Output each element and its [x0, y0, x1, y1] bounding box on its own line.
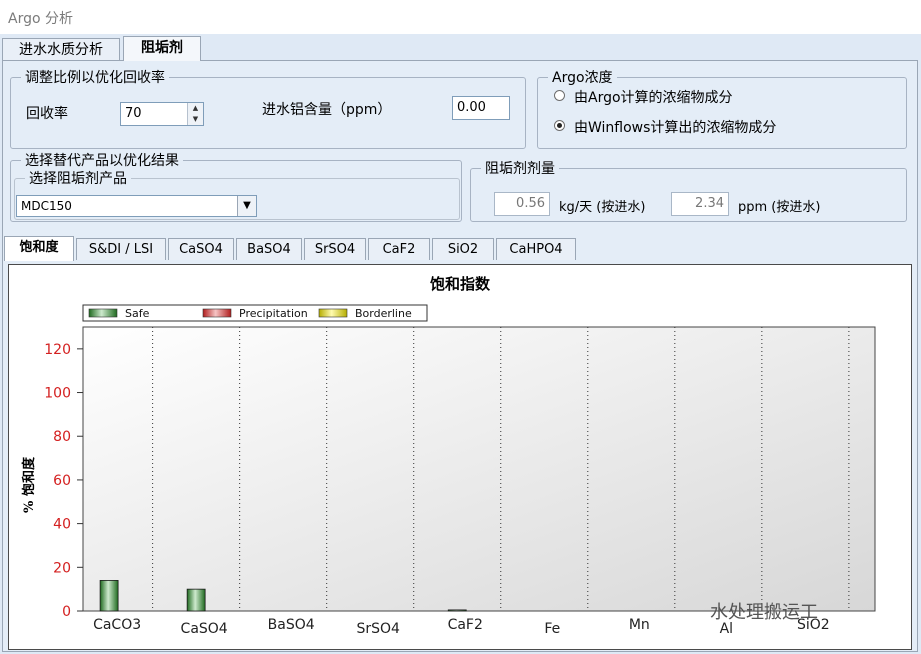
x-tick-label: SrSO4 — [356, 621, 400, 637]
plot-background — [82, 326, 876, 612]
tab-saturation[interactable]: 饱和度 — [4, 236, 74, 261]
aluminum-input[interactable]: 0.00 — [452, 96, 510, 120]
antiscalant-product-legend: 选择阻垢剂产品 — [29, 171, 127, 187]
tab-feed-water-analysis[interactable]: 进水水质分析 — [2, 38, 120, 60]
legend-swatch-borderline — [318, 308, 348, 318]
y-axis-label: % 饱和度 — [21, 456, 37, 513]
y-tick-label: 60 — [53, 473, 71, 489]
y-tick-label: 120 — [44, 342, 71, 358]
y-tick-label: 20 — [53, 560, 71, 576]
tab-caso4[interactable]: CaSO4 — [168, 238, 234, 260]
radio-winflows-calculated-label[interactable]: 由Winflows计算出的浓缩物成分 — [574, 117, 776, 137]
x-tick-label: BaSO4 — [268, 617, 315, 633]
bar-safe-caco3 — [99, 580, 119, 612]
dose-kg-field: 0.56 — [494, 192, 550, 216]
antiscalant-product-value: MDC150 — [21, 199, 72, 213]
tab-srso4[interactable]: SrSO4 — [304, 238, 366, 260]
recovery-input[interactable]: 70 ▲ ▼ — [120, 102, 204, 126]
recovery-label: 回收率 — [26, 106, 68, 122]
x-tick-label: CaF2 — [448, 617, 483, 633]
dose-group-legend: 阻垢剂剂量 — [485, 161, 555, 177]
x-tick-label: CaSO4 — [181, 621, 228, 637]
y-tick-label: 40 — [53, 517, 71, 533]
radio-argo-calculated-label[interactable]: 由Argo计算的浓缩物成分 — [574, 87, 733, 107]
watermark: 水处理搬运工 — [710, 602, 818, 623]
saturation-tab-bar: 饱和度 S&DI / LSI CaSO4 BaSO4 SrSO4 CaF2 Si… — [4, 236, 914, 261]
chart-title: 饱和指数 — [430, 275, 491, 293]
dose-kg-unit: kg/天 (按进水) — [559, 200, 646, 215]
bar-safe-caf2 — [447, 609, 467, 612]
legend-label-precipitation: Precipitation — [239, 307, 308, 320]
legend-label-safe: Safe — [125, 307, 150, 320]
chevron-down-icon[interactable]: ▼ — [237, 196, 256, 216]
y-tick-label: 0 — [62, 604, 71, 620]
legend-swatch-precipitation — [202, 308, 232, 318]
plot-area: 0 20 40 60 80 100 120 CaCO3 CaSO4 BaSO4 SrSO4 CaF2 F… — [44, 326, 876, 637]
saturation-index-chart: 饱和指数 Safe Precipitation Borderline % 饱和度 0… — [21, 275, 876, 637]
tab-cahpo4[interactable]: CaHPO4 — [496, 238, 576, 260]
title-bar: Argo 分析 — [0, 0, 921, 34]
tab-baso4[interactable]: BaSO4 — [236, 238, 302, 260]
aluminum-label: 进水铝含量（ppm） — [262, 102, 392, 118]
saturation-chart-area: 饱和指数 Safe Precipitation Borderline % 饱和度 0… — [8, 264, 912, 650]
window-title: Argo 分析 — [8, 11, 73, 27]
radio-winflows-calculated[interactable] — [554, 120, 565, 131]
x-tick-label: CaCO3 — [93, 617, 141, 633]
x-tick-label: Fe — [544, 621, 560, 637]
radio-argo-calculated[interactable] — [554, 90, 565, 101]
x-tick-label: Mn — [629, 617, 650, 633]
dose-ppm-unit: ppm (按进水) — [738, 200, 821, 215]
main-tab-bar: 进水水质分析 阻垢剂 — [0, 36, 921, 62]
chart-legend: Safe Precipitation Borderline — [82, 304, 428, 322]
recovery-value: 70 — [125, 106, 142, 121]
y-tick-label: 100 — [44, 386, 71, 402]
product-group-legend: 选择替代产品以优化结果 — [25, 153, 179, 169]
dose-ppm-field: 2.34 — [671, 192, 729, 216]
antiscalant-product-select[interactable]: MDC150 ▼ — [16, 195, 257, 217]
recovery-group-legend: 调整比例以优化回收率 — [25, 70, 165, 86]
stepper-down-icon[interactable]: ▼ — [188, 114, 203, 125]
legend-label-borderline: Borderline — [355, 307, 412, 320]
legend-swatch-safe — [88, 308, 118, 318]
argo-concentration-legend: Argo浓度 — [552, 70, 613, 86]
stepper-up-icon[interactable]: ▲ — [188, 103, 203, 114]
tab-antiscalant[interactable]: 阻垢剂 — [123, 36, 201, 61]
y-tick-label: 80 — [53, 429, 71, 445]
tab-sdi-lsi[interactable]: S&DI / LSI — [76, 238, 166, 260]
tab-sio2[interactable]: SiO2 — [432, 238, 494, 260]
tab-caf2[interactable]: CaF2 — [368, 238, 430, 260]
recovery-stepper[interactable]: ▲ ▼ — [187, 103, 203, 125]
bar-safe-caso4 — [186, 588, 206, 612]
